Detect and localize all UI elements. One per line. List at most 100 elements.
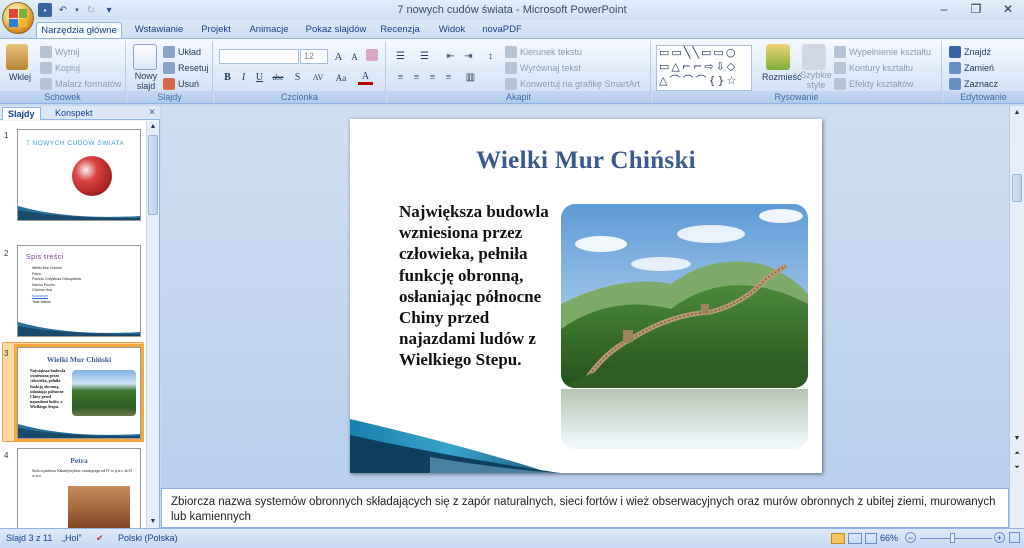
align-center-icon[interactable]: ≡: [409, 70, 424, 85]
text-direction-button[interactable]: Kierunek tekstu: [505, 46, 582, 58]
notes-scrollbar[interactable]: [1009, 488, 1024, 528]
tab-slideshow[interactable]: Pokaz slajdów: [302, 22, 370, 38]
notes-text[interactable]: Zbiorcza nazwa systemów obronnych składa…: [171, 495, 1001, 524]
scroll-thumb[interactable]: [1012, 174, 1022, 202]
editor-scrollbar[interactable]: ▲ ▼ ⏶ ⏷: [1009, 106, 1024, 488]
new-slide-icon[interactable]: [133, 44, 157, 70]
shadow-button[interactable]: S: [290, 70, 305, 85]
smartart-button[interactable]: Konwertuj na grafikę SmartArt: [505, 78, 640, 90]
copy-button[interactable]: Kopiuj: [40, 62, 80, 74]
italic-button[interactable]: I: [236, 70, 251, 85]
slide-thumbnail-4[interactable]: Petra Stolica państwa Nabatejczyków, ist…: [17, 448, 141, 528]
tab-review[interactable]: Recenzja: [378, 22, 422, 38]
bullets-icon[interactable]: ☰: [393, 49, 408, 64]
sorter-view-icon[interactable]: [848, 533, 862, 544]
decrease-indent-icon[interactable]: ⇤: [443, 49, 458, 64]
quick-styles-icon[interactable]: [802, 44, 826, 70]
numbering-icon[interactable]: ☰: [417, 49, 432, 64]
slide-title[interactable]: Wielki Mur Chiński: [350, 147, 822, 175]
tab-home[interactable]: Narzędzia główne: [36, 22, 122, 38]
replace-button[interactable]: Zamień: [949, 62, 994, 74]
slide-thumbnail-1[interactable]: 7 NOWYCH CUDÓW ŚWIATA: [17, 129, 141, 221]
tab-design[interactable]: Projekt: [196, 22, 236, 38]
redo-icon[interactable]: ↻: [84, 3, 98, 17]
shape-effects-button[interactable]: Efekty kształtów: [834, 78, 914, 90]
customize-qat-icon[interactable]: ▾: [102, 3, 116, 17]
align-right-icon[interactable]: ≡: [425, 70, 440, 85]
zoom-level[interactable]: 66%: [880, 533, 898, 543]
font-size-combo[interactable]: 12: [300, 49, 328, 64]
zoom-slider-thumb[interactable]: [950, 533, 955, 543]
font-color-button[interactable]: A: [358, 70, 373, 85]
tab-insert[interactable]: Wstawianie: [128, 22, 190, 38]
tab-view[interactable]: Widok: [432, 22, 472, 38]
zoom-slider[interactable]: [920, 538, 992, 539]
bold-button[interactable]: B: [220, 70, 235, 85]
scroll-thumb[interactable]: [148, 135, 158, 215]
columns-icon[interactable]: ▥: [463, 70, 478, 85]
current-slide[interactable]: Wielki Mur Chiński Największa budowla wz…: [350, 119, 822, 473]
shape-fill-button[interactable]: Wypełnienie kształtu: [834, 46, 931, 58]
select-button[interactable]: Zaznacz: [949, 78, 998, 90]
previous-slide-icon[interactable]: ⏶: [1010, 448, 1024, 460]
office-button[interactable]: [2, 2, 34, 34]
tab-outline[interactable]: Konspekt: [50, 107, 98, 120]
clear-format-icon[interactable]: [366, 49, 378, 61]
fit-to-window-icon[interactable]: [1009, 532, 1020, 543]
spellcheck-icon[interactable]: ✔: [96, 533, 104, 544]
justify-icon[interactable]: ≡: [441, 70, 456, 85]
increase-indent-icon[interactable]: ⇥: [461, 49, 476, 64]
delete-button[interactable]: Usuń: [163, 78, 199, 90]
close-button[interactable]: ✕: [992, 0, 1024, 18]
change-case-button[interactable]: Aa: [332, 70, 350, 85]
line-spacing-icon[interactable]: ↕: [483, 49, 498, 64]
cut-button[interactable]: Wytnij: [40, 46, 79, 58]
scroll-down-icon[interactable]: ▼: [1010, 432, 1024, 444]
shrink-font-button[interactable]: A: [347, 49, 362, 64]
paste-button[interactable]: Wklej: [9, 72, 31, 82]
slide-counter: Slajd 3 z 11: [6, 533, 53, 543]
pane-scrollbar[interactable]: ▲ ▼: [146, 121, 159, 528]
spacing-button[interactable]: AV: [308, 70, 328, 85]
format-painter-button[interactable]: Malarz formatów: [40, 78, 122, 90]
undo-dropdown-icon[interactable]: ▾: [74, 3, 80, 17]
font-name-combo[interactable]: [219, 49, 299, 64]
zoom-out-button[interactable]: −: [905, 532, 916, 543]
language-indicator[interactable]: Polski (Polska): [118, 533, 178, 543]
great-wall-photo[interactable]: [561, 204, 808, 388]
underline-button[interactable]: U: [252, 70, 267, 85]
strikethrough-button[interactable]: abe: [269, 70, 287, 85]
save-icon[interactable]: ▪: [38, 3, 52, 17]
quick-styles-button[interactable]: Szybkie style: [800, 70, 832, 90]
undo-icon[interactable]: ↶: [56, 3, 70, 17]
restore-button[interactable]: ❐: [960, 0, 992, 18]
align-left-icon[interactable]: ≡: [393, 70, 408, 85]
shapes-gallery[interactable]: ▭▭╲╲▭▭○ ▭△⌐⌐⇨⇩◇ △⌒⌒⌒{}☆: [656, 45, 752, 91]
pane-close-icon[interactable]: ×: [149, 107, 155, 118]
align-text-button[interactable]: Wyrównaj tekst: [505, 62, 581, 74]
new-slide-button[interactable]: Nowy slajd: [133, 71, 159, 91]
tab-novapdf[interactable]: novaPDF: [480, 22, 524, 38]
arrange-button[interactable]: Rozmieść: [762, 72, 802, 82]
slide-thumbnail-3[interactable]: Wielki Mur Chiński Największa budowla wz…: [14, 344, 144, 442]
slide-thumbnail-2[interactable]: Spis treści Wielki Mur Chiński Petra Pom…: [17, 245, 141, 337]
shape-outline-button[interactable]: Kontury kształtu: [834, 62, 913, 74]
slide-body-text[interactable]: Największa budowla wzniesiona przez czło…: [399, 201, 559, 371]
find-button[interactable]: Znajdź: [949, 46, 991, 58]
next-slide-icon[interactable]: ⏷: [1010, 462, 1024, 474]
notes-pane[interactable]: Zbiorcza nazwa systemów obronnych składa…: [161, 488, 1009, 528]
slideshow-view-icon[interactable]: [865, 533, 877, 544]
scroll-up-icon[interactable]: ▲: [1010, 106, 1024, 118]
scroll-up-icon[interactable]: ▲: [147, 121, 159, 133]
tab-animations[interactable]: Animacje: [244, 22, 294, 38]
grow-font-button[interactable]: A: [331, 49, 346, 64]
paste-icon[interactable]: [6, 44, 28, 70]
minimize-button[interactable]: –: [928, 0, 960, 18]
reset-button[interactable]: Resetuj: [163, 62, 209, 74]
zoom-in-button[interactable]: +: [994, 532, 1005, 543]
normal-view-icon[interactable]: [831, 533, 845, 544]
scroll-down-icon[interactable]: ▼: [147, 516, 159, 528]
arrange-icon[interactable]: [766, 44, 790, 70]
layout-button[interactable]: Układ: [163, 46, 201, 58]
tab-slides[interactable]: Slajdy: [2, 107, 41, 120]
